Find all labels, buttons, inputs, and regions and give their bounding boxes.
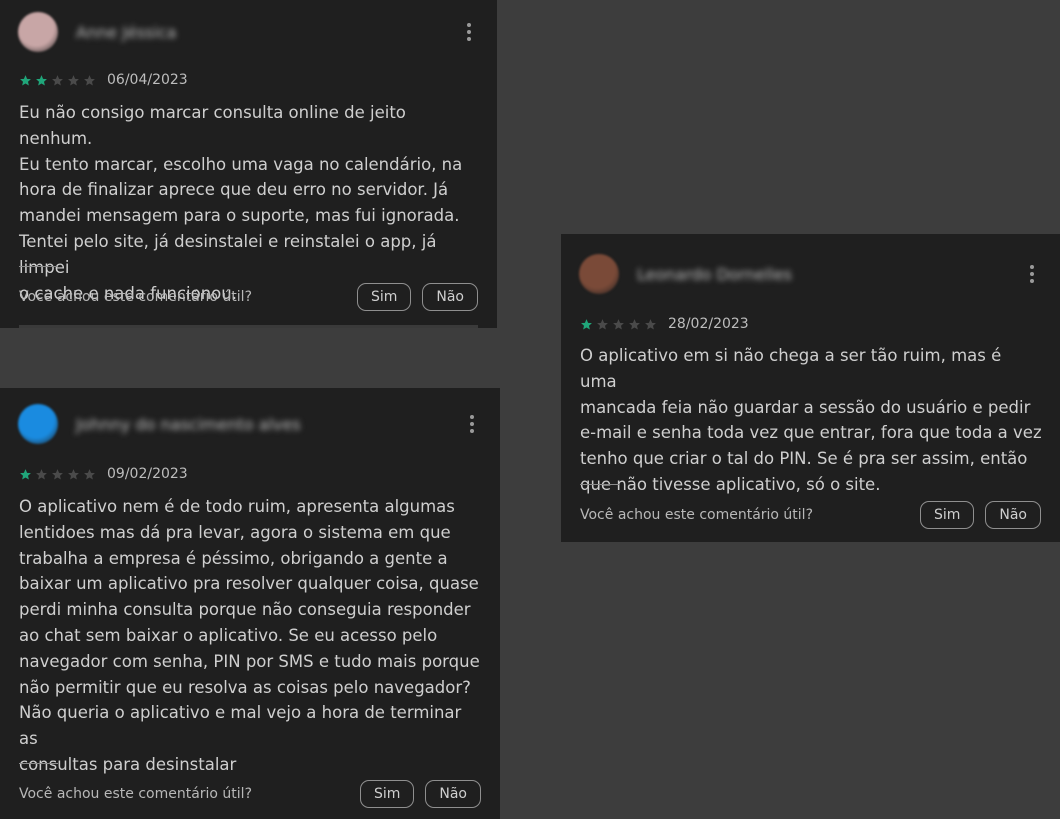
star-empty-icon <box>52 468 63 479</box>
review-text: Eu não consigo marcar consulta online de… <box>19 100 479 306</box>
review-text-line: Eu tento marcar, escolho uma vaga no cal… <box>19 154 463 174</box>
star-rating <box>580 318 657 331</box>
review-text-line: navegador com senha, PIN por SMS e tudo … <box>19 651 480 671</box>
review-text-line: mancada feia não guardar a sessão do usu… <box>580 397 1031 417</box>
review-text-line: que não tivesse aplicativo, só o site. <box>580 474 881 494</box>
star-empty-icon <box>68 468 79 479</box>
review-text: O aplicativo em si não chega a ser tão r… <box>580 343 1042 498</box>
review-date: 28/02/2023 <box>668 316 749 332</box>
avatar <box>18 12 58 52</box>
yes-button[interactable]: Sim <box>359 780 415 808</box>
yes-button[interactable]: Sim <box>356 283 412 311</box>
rating-row: 09/02/2023 <box>19 466 188 482</box>
review-header: Leonardo Dornelles <box>579 252 1042 296</box>
author-name: Leonardo Dornelles <box>637 264 792 284</box>
review-text-line: trabalha a empresa é péssimo, obrigando … <box>19 548 448 568</box>
star-empty-icon <box>629 318 640 329</box>
more-options-icon[interactable] <box>459 20 479 44</box>
rating-row: 06/04/2023 <box>19 72 188 88</box>
review-text-line: Tentei pelo site, já desinstalei e reins… <box>19 231 437 277</box>
author-name: Anne Jéssica <box>76 22 177 42</box>
review-text-line: consultas para desinstalar <box>19 754 237 774</box>
star-empty-icon <box>68 74 79 85</box>
review-date: 06/04/2023 <box>107 72 188 88</box>
review-text-line: lentidoes mas dá pra levar, agora o sist… <box>19 522 451 542</box>
star-rating <box>19 74 96 87</box>
star-rating <box>19 468 96 481</box>
review-text-line: ao chat sem baixar o aplicativo. Se eu a… <box>19 625 438 645</box>
divider <box>19 325 478 328</box>
divider <box>19 763 58 764</box>
review-card: Leonardo Dornelles 28/02/2023 O aplicati… <box>561 234 1060 542</box>
review-text-line: O aplicativo nem é de todo ruim, apresen… <box>19 497 455 516</box>
review-card: Johnny do nascimento alves 09/02/2023 O … <box>0 388 500 819</box>
yes-button[interactable]: Sim <box>919 501 975 529</box>
review-header: Anne Jéssica <box>18 10 479 54</box>
review-text-line: hora de finalizar aprece que deu erro no… <box>19 180 449 200</box>
star-empty-icon <box>645 318 656 329</box>
review-header: Johnny do nascimento alves <box>18 402 482 446</box>
star-filled-icon <box>20 468 31 479</box>
helpful-row: Você achou este comentário útil? Sim Não <box>19 779 481 809</box>
avatar <box>18 404 58 444</box>
star-empty-icon <box>597 318 608 329</box>
helpful-row: Você achou este comentário útil? Sim Não <box>580 500 1041 530</box>
star-empty-icon <box>36 468 47 479</box>
author-name: Johnny do nascimento alves <box>76 414 301 434</box>
helpful-question: Você achou este comentário útil? <box>19 289 253 305</box>
review-text-line: mandei mensagem para o suporte, mas fui … <box>19 206 460 226</box>
review-card: Anne Jéssica 06/04/2023 Eu não consigo m… <box>0 0 497 328</box>
helpful-question: Você achou este comentário útil? <box>19 786 253 802</box>
review-text-line: tenho que criar o tal do PIN. Se é pra s… <box>580 449 1028 469</box>
rating-row: 28/02/2023 <box>580 316 749 332</box>
divider <box>19 266 58 267</box>
star-filled-icon <box>20 74 31 85</box>
no-button[interactable]: Não <box>425 780 481 808</box>
review-text-line: O aplicativo em si não chega a ser tão r… <box>580 346 1002 391</box>
star-filled-icon <box>581 318 592 329</box>
star-empty-icon <box>84 74 95 85</box>
divider <box>580 484 619 485</box>
avatar <box>579 254 619 294</box>
review-text-line: perdi minha consulta porque não consegui… <box>19 600 471 620</box>
star-empty-icon <box>52 74 63 85</box>
review-text-line: não permitir que eu resolva as coisas pe… <box>19 677 471 697</box>
star-empty-icon <box>613 318 624 329</box>
no-button[interactable]: Não <box>422 283 478 311</box>
review-text: O aplicativo nem é de todo ruim, apresen… <box>19 494 482 778</box>
review-text-line: Eu não consigo marcar consulta online de… <box>19 103 406 148</box>
review-date: 09/02/2023 <box>107 466 188 482</box>
more-options-icon[interactable] <box>1022 262 1042 286</box>
review-text-line: e-mail e senha toda vez que entrar, fora… <box>580 423 1042 443</box>
review-text-line: Não queria o aplicativo e mal vejo a hor… <box>19 703 462 749</box>
helpful-row: Você achou este comentário útil? Sim Não <box>19 282 478 312</box>
star-filled-icon <box>36 74 47 85</box>
no-button[interactable]: Não <box>985 501 1041 529</box>
more-options-icon[interactable] <box>462 412 482 436</box>
review-text-line: baixar um aplicativo pra resolver qualqu… <box>19 574 479 594</box>
helpful-question: Você achou este comentário útil? <box>580 507 814 523</box>
star-empty-icon <box>84 468 95 479</box>
